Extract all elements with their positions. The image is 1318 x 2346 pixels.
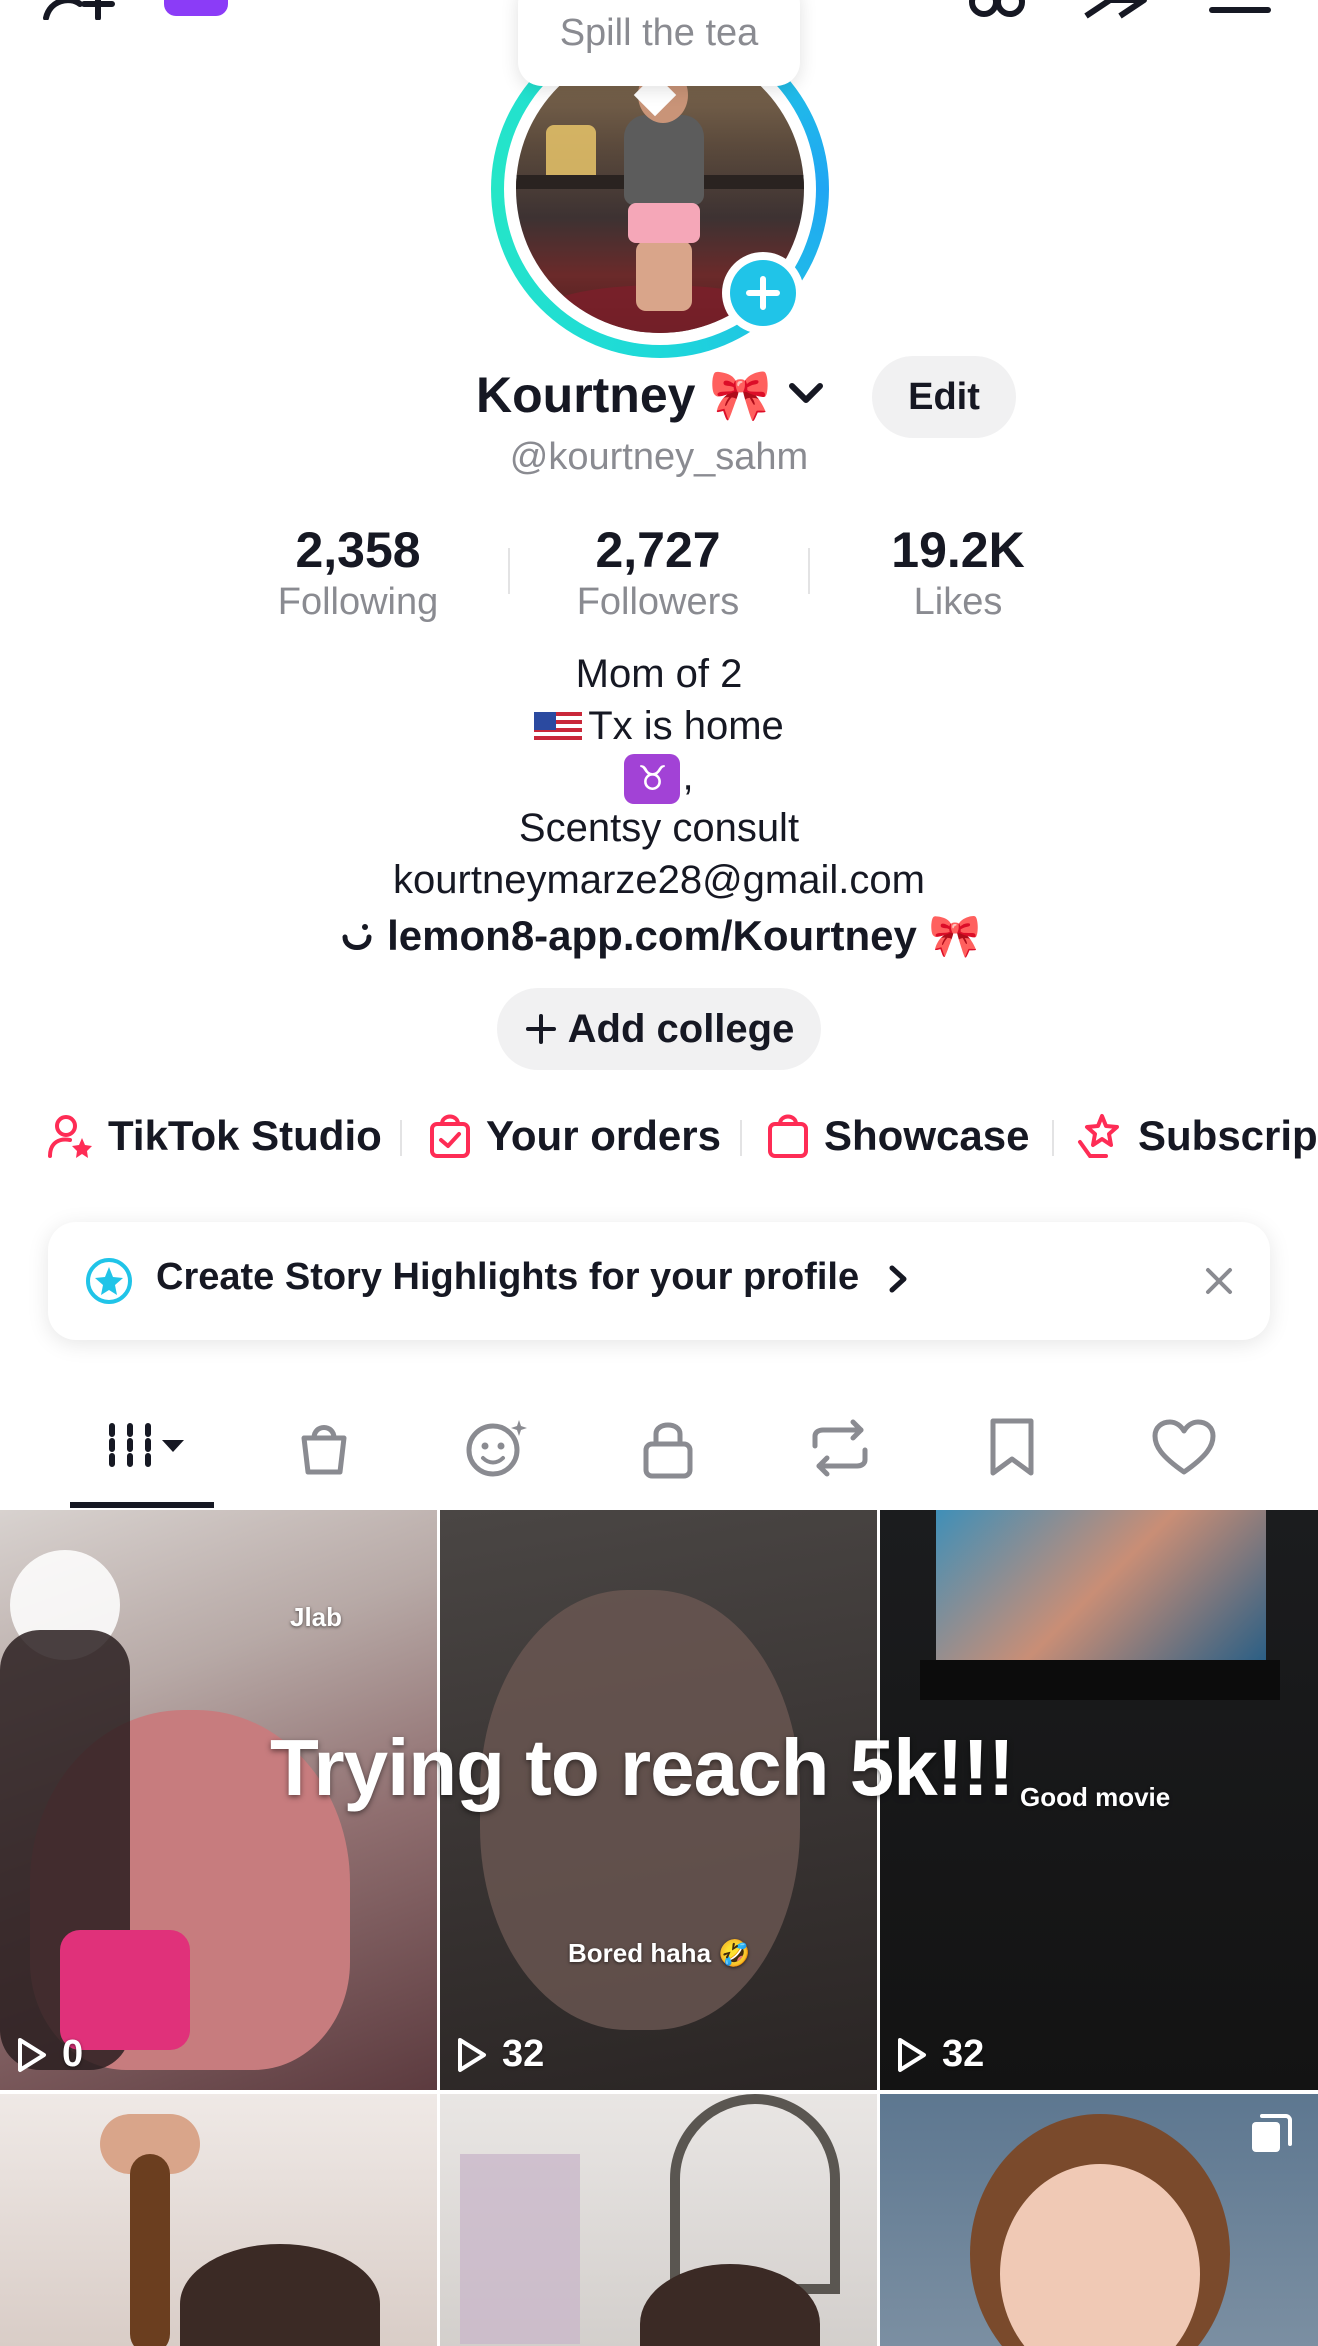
stat-divider — [808, 548, 810, 594]
tab-liked[interactable] — [1124, 1412, 1244, 1484]
shopping-bag-icon — [301, 1425, 347, 1475]
chevron-right-icon — [889, 1265, 907, 1293]
plus-icon — [525, 1014, 556, 1044]
smile-icon — [342, 923, 372, 950]
us-flag-icon — [534, 712, 583, 745]
play-icon — [458, 2037, 486, 2072]
tooltip-text: Spill the tea — [559, 11, 759, 54]
shopping-bag-icon — [768, 1114, 808, 1158]
stat-divider — [508, 548, 510, 594]
streak-icon[interactable] — [966, 0, 1026, 20]
play-icon — [18, 2037, 46, 2072]
bio-line: ♉, — [0, 754, 1318, 804]
bio-email: kourtneymarze28@gmail.com — [393, 858, 925, 902]
bag-check-icon — [430, 1114, 470, 1158]
add-story-button[interactable] — [730, 260, 796, 326]
bio-line: Mom of 2 — [575, 652, 743, 696]
bio-line: Scentsy consult — [518, 806, 800, 850]
smile-sparkle-icon — [466, 1420, 527, 1477]
video-tile[interactable] — [0, 2094, 437, 2346]
star-hands-icon — [1078, 1114, 1119, 1158]
bio-link[interactable]: lemon8-app.com/Kourtney 🎀 — [0, 912, 1318, 961]
video-tile[interactable] — [880, 2094, 1318, 2346]
video-tile[interactable] — [440, 2094, 877, 2346]
menu-icon[interactable] — [1208, 0, 1272, 20]
add-college-button[interactable]: Add college — [497, 988, 821, 1070]
multi-photo-icon — [1252, 2114, 1292, 2152]
shortcut-showcase[interactable]: Showcase — [766, 1108, 1029, 1164]
shortcut-subscription[interactable]: Subscript — [1076, 1108, 1318, 1164]
tab-videos[interactable] — [82, 1412, 202, 1484]
username: @kourtney_sahm — [509, 436, 809, 478]
tab-saved[interactable] — [952, 1412, 1072, 1484]
tab-shop[interactable] — [264, 1412, 384, 1484]
plus-icon — [746, 276, 780, 310]
grid-filter-icon — [109, 1423, 184, 1473]
lock-icon — [643, 1422, 693, 1479]
story-highlight-star-icon — [86, 1258, 132, 1304]
share-icon[interactable] — [1080, 0, 1150, 20]
tab-reposts[interactable] — [780, 1412, 900, 1484]
add-friend-icon[interactable] — [40, 0, 120, 20]
name-emoji: 🎀 — [709, 367, 772, 423]
person-star-icon — [48, 1115, 92, 1158]
tab-private[interactable] — [608, 1412, 728, 1484]
pinned-overlay-text: Trying to reach 5k!!! — [270, 1723, 1015, 1812]
bio-line: Tx is home — [0, 704, 1318, 749]
tab-favorite-creators[interactable] — [436, 1412, 556, 1484]
edit-profile-button[interactable]: Edit — [872, 356, 1016, 438]
shortcut-tiktok-studio[interactable]: TikTok Studio — [46, 1108, 382, 1164]
taurus-icon: ♉ — [624, 754, 681, 804]
heart-icon — [1152, 1419, 1216, 1475]
close-icon[interactable] — [1204, 1266, 1234, 1296]
shortcut-your-orders[interactable]: Your orders — [428, 1108, 721, 1164]
creator-badge-icon[interactable] — [164, 0, 228, 16]
stat-likes[interactable]: 19.2K Likes — [838, 520, 1078, 624]
tooltip-bubble[interactable]: Spill the tea — [518, 0, 800, 86]
stat-followers[interactable]: 2,727 Followers — [538, 520, 778, 624]
bookmark-icon — [990, 1418, 1034, 1476]
stat-following[interactable]: 2,358 Following — [238, 520, 478, 624]
display-name[interactable]: Kourtney 🎀 — [476, 366, 772, 425]
active-tab-indicator — [70, 1502, 214, 1508]
chevron-down-icon[interactable] — [786, 380, 826, 408]
play-icon — [898, 2037, 926, 2072]
banner-text[interactable]: Create Story Highlights for your profile — [156, 1256, 912, 1299]
repost-icon — [812, 1419, 868, 1477]
